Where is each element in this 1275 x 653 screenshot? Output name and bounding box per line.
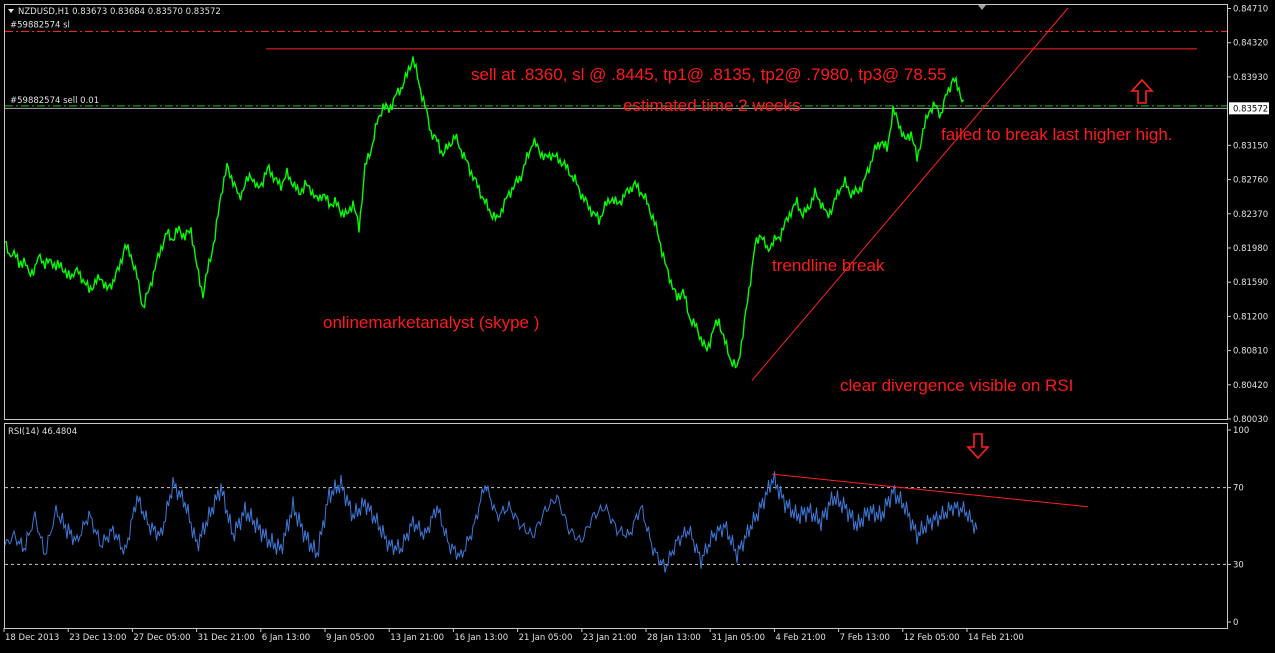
annotation-contact: onlinemarketanalyst (skype ) xyxy=(323,313,539,332)
price-y-tick-label: 0.82760 xyxy=(1233,176,1268,186)
x-tick-label: 28 Jan 13:00 xyxy=(647,633,701,643)
x-tick-label: 23 Dec 13:00 xyxy=(69,633,126,643)
chart-svg: NZDUSD,H1 0.83673 0.83684 0.83570 0.8357… xyxy=(0,0,1275,649)
rsi-y-tick-label: 0 xyxy=(1233,618,1238,628)
x-tick-label: 27 Dec 05:00 xyxy=(133,633,190,643)
x-tick-label: 4 Feb 21:00 xyxy=(775,633,825,643)
x-tick-label: 21 Jan 05:00 xyxy=(519,633,573,643)
rsi-header: RSI(14) 46.4804 xyxy=(8,427,77,437)
x-tick-label: 31 Jan 05:00 xyxy=(711,633,765,643)
rsi-y-tick-label: 100 xyxy=(1233,426,1249,436)
annotation-divergence: clear divergence visible on RSI xyxy=(840,376,1073,395)
price-y-tick-label: 0.83930 xyxy=(1233,73,1268,83)
current-price-label: 0.83572 xyxy=(1233,104,1268,114)
price-y-tick-label: 0.84320 xyxy=(1233,39,1268,49)
sell-level-label: #59882574 sell 0.01 xyxy=(10,96,99,106)
x-tick-label: 31 Dec 21:00 xyxy=(198,633,255,643)
symbol-header: NZDUSD,H1 0.83673 0.83684 0.83570 0.8357… xyxy=(18,7,221,17)
price-y-tick-label: 0.80030 xyxy=(1233,415,1268,425)
rsi-y-tick-label: 70 xyxy=(1233,484,1244,494)
x-tick-label: 16 Jan 13:00 xyxy=(454,633,508,643)
price-y-tick-label: 0.80810 xyxy=(1233,347,1268,357)
chart-root: NZDUSD,H1 0.83673 0.83684 0.83570 0.8357… xyxy=(0,0,1275,649)
price-y-tick-label: 0.81200 xyxy=(1233,312,1268,322)
price-y-tick-label: 0.82370 xyxy=(1233,210,1268,220)
x-tick-label: 14 Feb 21:00 xyxy=(968,633,1024,643)
rsi-y-tick-label: 30 xyxy=(1233,560,1244,570)
x-tick-label: 13 Jan 21:00 xyxy=(390,633,444,643)
price-y-tick-label: 0.84710 xyxy=(1233,5,1268,15)
sl-level-label: #59882574 sl xyxy=(10,20,70,30)
price-y-tick-label: 0.81980 xyxy=(1233,244,1268,254)
annotation-trendline-break: trendline break xyxy=(772,256,885,275)
x-tick-label: 23 Jan 21:00 xyxy=(583,633,637,643)
annotation-trade-plan: sell at .8360, sl @ .8445, tp1@ .8135, t… xyxy=(471,65,946,84)
annotation-estimated-time: estimated time 2 weeks xyxy=(623,96,801,115)
price-y-tick-label: 0.81590 xyxy=(1233,278,1268,288)
price-y-tick-label: 0.80420 xyxy=(1233,381,1268,391)
x-tick-label: 9 Jan 05:00 xyxy=(326,633,374,643)
price-y-tick-label: 0.83150 xyxy=(1233,141,1268,151)
x-tick-label: 7 Feb 13:00 xyxy=(840,633,890,643)
x-tick-label: 18 Dec 2013 xyxy=(5,633,59,643)
x-tick-label: 6 Jan 13:00 xyxy=(262,633,310,643)
annotation-failed-break: failed to break last higher high. xyxy=(941,125,1173,144)
x-tick-label: 12 Feb 05:00 xyxy=(904,633,960,643)
